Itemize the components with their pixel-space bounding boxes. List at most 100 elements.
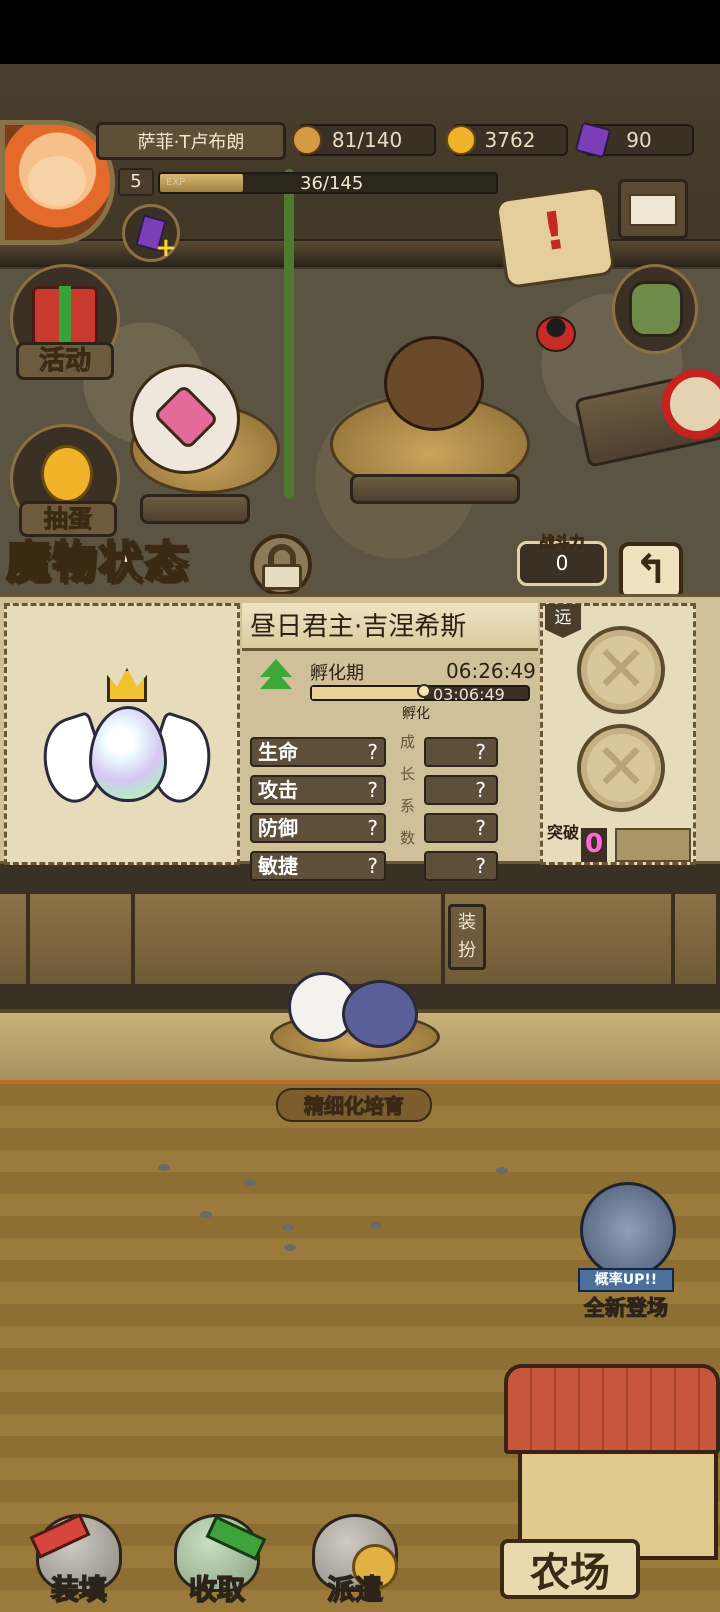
exp-bar: EXP 36/145 [158, 172, 498, 194]
buy-gems-button[interactable]: + [122, 204, 180, 263]
monster-status-panel: 昼日君主·吉涅希斯 孵化期 06:26:49 03:06:49 孵化 生命? ?… [0, 594, 720, 881]
load-button[interactable]: 装填 [14, 1513, 144, 1610]
backpack-icon [629, 281, 683, 337]
breakthrough-label: 突破 [547, 823, 580, 842]
monster-status-title: 魔物状态 [5, 536, 190, 589]
hatch-period-label: 孵化期 [310, 663, 364, 684]
growth-char: 数 [400, 829, 416, 847]
stat-growth: ? [424, 813, 498, 843]
fine-training-button[interactable]: 精细化培育 [276, 1088, 432, 1122]
hatch-total-time: 06:26:49 [446, 659, 536, 683]
activity-button[interactable]: 活动 [10, 264, 120, 384]
gacha-egg-icon [41, 445, 93, 503]
pebble [370, 1222, 382, 1229]
stat-growth: ? [424, 737, 498, 767]
quest-scroll-icon[interactable]: ! [494, 184, 616, 290]
stamina-counter[interactable]: 81/140 [292, 124, 436, 156]
stat-growth: ? [424, 775, 498, 805]
exp-label: EXP [166, 177, 186, 188]
gold-counter[interactable]: 3762 [446, 124, 568, 156]
lock-icon [262, 564, 302, 590]
activity-label: 活动 [16, 342, 114, 380]
growth-char: 长 [400, 765, 416, 783]
plus-icon: + [155, 233, 177, 263]
growth-char: 成 [400, 733, 416, 751]
gold-value: 3762 [484, 128, 536, 152]
lock-button[interactable] [250, 534, 312, 596]
back-button[interactable]: ↰ [619, 542, 683, 600]
bread-icon [292, 125, 322, 155]
stat-row-defense: 防御? ? [250, 813, 500, 843]
stat-row-agility: 敏捷? ? [250, 851, 500, 881]
crown-icon [107, 668, 147, 702]
range-tag: 远 [545, 604, 581, 638]
growth-char: 系 [400, 797, 416, 815]
monster-group-icon [580, 1182, 676, 1278]
ladybug-icon [536, 316, 576, 352]
pebble [200, 1211, 212, 1218]
stat-label: 攻击? [250, 775, 386, 805]
new-arrival-button[interactable]: 概率UP!! 全新登场 [556, 1182, 696, 1332]
empty-slot-2[interactable]: ✕ [577, 724, 665, 812]
dispatch-label: 派遣 [326, 1572, 384, 1607]
plank [350, 474, 520, 504]
stat-value: ? [367, 854, 378, 878]
training-nest[interactable] [270, 962, 440, 1072]
gem-counter[interactable]: 90 [574, 121, 694, 159]
demon-egg-icon [342, 980, 418, 1048]
collect-label: 收取 [188, 1572, 246, 1607]
collect-button[interactable]: 收取 [152, 1514, 282, 1610]
hatch-progress-fill [312, 687, 425, 699]
dispatch-button[interactable]: 派遣 [290, 1514, 420, 1610]
bag-button[interactable] [612, 264, 698, 354]
battle-power-label: 战斗力 [539, 533, 585, 551]
battle-power-value: 0 [555, 551, 569, 575]
pebble [284, 1244, 296, 1251]
hatch-progress-marker [417, 684, 432, 698]
dress-up-button[interactable]: 装扮 [448, 904, 486, 970]
breakthrough-value: 0 [581, 828, 607, 862]
player-level: 5 [118, 168, 154, 196]
pebble [244, 1179, 256, 1186]
heart-egg-icon[interactable] [130, 364, 240, 474]
hatch-progress-bar: 03:06:49 [310, 684, 530, 704]
new-arrival-label: 全新登场 [584, 1296, 669, 1321]
close-icon: ✕ [594, 633, 648, 707]
vine [284, 169, 294, 499]
stat-row-hp: 生命? ? [250, 737, 500, 767]
pebble [158, 1164, 170, 1171]
stat-growth: ? [424, 851, 498, 881]
farm-button[interactable]: 农场 [500, 1539, 640, 1599]
hatch-remaining-time: 03:06:49 [433, 685, 505, 704]
rainbow-egg-icon [89, 706, 167, 802]
envelope-icon [629, 194, 677, 226]
plank [140, 494, 250, 524]
monster-portrait [4, 603, 240, 865]
close-icon: ✕ [594, 731, 648, 805]
stat-label: 防御? [250, 813, 386, 843]
stamina-value: 81/140 [331, 128, 403, 152]
stat-value: ? [367, 778, 378, 802]
level-up-icon [256, 657, 296, 697]
gacha-button[interactable]: 抽蛋 [10, 424, 120, 537]
monkey-egg-icon[interactable] [384, 336, 484, 431]
skill-slots: 远 ✕ ✕ 突破 0 [540, 603, 696, 865]
stat-row-attack: 攻击? ? [250, 775, 500, 805]
pebble [282, 1224, 294, 1231]
mail-button[interactable] [618, 179, 688, 239]
load-label: 装填 [50, 1572, 108, 1607]
stat-value: ? [367, 740, 378, 764]
monster-name: 昼日君主·吉涅希斯 [242, 603, 538, 651]
barn-roof [504, 1364, 720, 1454]
empty-slot-1[interactable]: ✕ [577, 626, 665, 714]
breakthrough-bar [615, 828, 691, 862]
game-screen: 萨菲·T卢布朗 5 EXP 36/145 81/140 3762 90 + ! … [0, 64, 720, 1612]
player-name[interactable]: 萨菲·T卢布朗 [96, 122, 286, 160]
gold-coin-icon [446, 125, 476, 155]
pebble [496, 1167, 508, 1174]
stat-label: 生命? [250, 737, 386, 767]
gem-value: 90 [626, 128, 652, 152]
rate-up-badge: 概率UP!! [578, 1268, 674, 1292]
battle-power: 战斗力 0 [517, 534, 607, 586]
exp-value: 36/145 [300, 173, 364, 194]
